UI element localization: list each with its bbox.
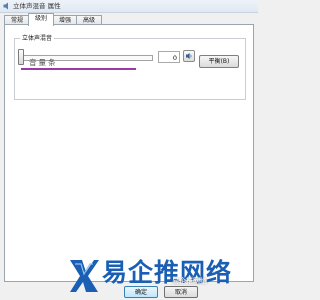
brand-watermark: 易企推网络 易企推网络 bbox=[62, 252, 258, 300]
brand-logo-icon bbox=[66, 256, 102, 296]
sound-icon bbox=[3, 2, 11, 10]
balance-button[interactable]: 平衡(B) bbox=[199, 55, 239, 68]
mute-button[interactable] bbox=[183, 50, 195, 62]
slider-annotation: 音量条 bbox=[29, 58, 58, 67]
brand-name: 易企推网络 bbox=[102, 258, 233, 287]
volume-slider-thumb[interactable] bbox=[18, 49, 24, 65]
volume-value-field[interactable]: 0 bbox=[158, 51, 180, 63]
window-title: 立体声混音 属性 bbox=[13, 2, 61, 10]
stereo-mix-group: 立体声混音 音量条 0 平衡(B) bbox=[14, 34, 246, 100]
annotation-underline bbox=[21, 68, 136, 70]
tab-levels[interactable]: 级别 bbox=[28, 13, 54, 26]
levels-panel: 立体声混音 音量条 0 平衡(B) bbox=[4, 24, 254, 282]
group-label: 立体声混音 bbox=[20, 34, 55, 43]
overlay-credit: 易企推网络 bbox=[172, 277, 207, 285]
title-bar: 立体声混音 属性 bbox=[0, 0, 258, 13]
